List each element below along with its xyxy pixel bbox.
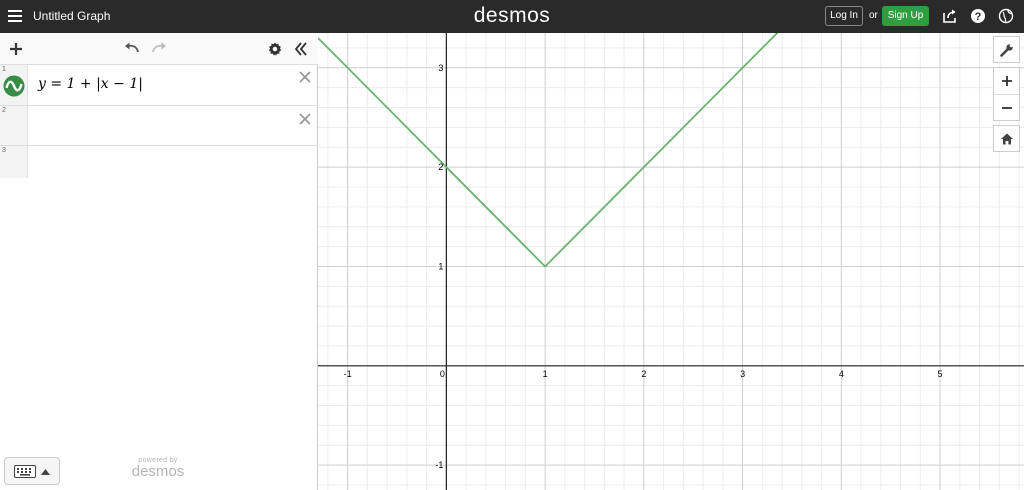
- x-tick-label: 1: [543, 369, 548, 379]
- x-tick-label: 2: [641, 369, 646, 379]
- redo-icon[interactable]: [151, 42, 167, 54]
- desmos-logo: desmos: [473, 4, 551, 27]
- collapse-panel-icon[interactable]: [294, 42, 308, 56]
- keyboard-toggle-button[interactable]: [4, 457, 60, 485]
- y-tick-label: 3: [438, 63, 443, 73]
- share-icon[interactable]: [942, 8, 958, 24]
- x-tick-label: 5: [938, 369, 943, 379]
- top-bar: Untitled Graph desmos Log In or Sign Up …: [0, 0, 1024, 33]
- y-tick-label: 2: [438, 162, 443, 172]
- expression-input[interactable]: y = 1 + |x − 1|: [38, 76, 143, 92]
- log-in-button[interactable]: Log In: [825, 6, 863, 26]
- delete-expression-icon[interactable]: [298, 70, 312, 84]
- graph-color-icon[interactable]: [3, 75, 25, 97]
- svg-text:?: ?: [975, 11, 982, 23]
- x-tick-label: 0: [440, 369, 445, 379]
- settings-icon[interactable]: [268, 42, 282, 56]
- divider: [994, 94, 1019, 95]
- expression-row[interactable]: 3: [0, 146, 318, 178]
- expression-panel: 1 y = 1 + |x − 1| 2 3 powered by desmos: [0, 33, 318, 490]
- help-icon[interactable]: ?: [970, 8, 986, 24]
- zoom-controls: [993, 67, 1020, 121]
- wrench-icon: [1000, 44, 1013, 57]
- expression-toolbar: [0, 33, 318, 65]
- expression-number: 2: [2, 107, 6, 114]
- y-tick-label: -1: [435, 460, 443, 470]
- desmos-app: Untitled Graph desmos Log In or Sign Up …: [0, 0, 1024, 490]
- x-tick-label: 4: [839, 369, 844, 379]
- sign-up-button[interactable]: Sign Up: [882, 6, 929, 26]
- expression-number: 1: [2, 66, 6, 73]
- expression-number: 3: [2, 147, 6, 154]
- keyboard-icon: [14, 465, 36, 478]
- expression-row[interactable]: 1 y = 1 + |x − 1|: [0, 65, 318, 106]
- x-tick-label: 3: [740, 369, 745, 379]
- delete-expression-icon[interactable]: [298, 112, 312, 126]
- graph-settings-button[interactable]: [993, 36, 1020, 63]
- home-icon: [1001, 133, 1013, 145]
- zoom-in-icon[interactable]: [1000, 74, 1014, 88]
- graph-paper[interactable]: -1 0 1 2 3 4 5 -1 1 2 3: [318, 33, 1024, 490]
- graph-title[interactable]: Untitled Graph: [33, 9, 110, 23]
- caret-up-icon: [41, 469, 50, 475]
- powered-by-desmos: powered by desmos: [131, 457, 185, 480]
- y-tick-label: 1: [438, 261, 443, 271]
- undo-icon[interactable]: [124, 42, 140, 54]
- zoom-out-icon[interactable]: [1000, 101, 1014, 115]
- globe-icon[interactable]: [998, 8, 1014, 24]
- x-tick-label: -1: [344, 369, 352, 379]
- hamburger-menu-icon[interactable]: [8, 9, 22, 23]
- add-icon[interactable]: [9, 42, 23, 56]
- expression-row[interactable]: 2: [0, 106, 318, 146]
- default-viewport-button[interactable]: [993, 125, 1020, 152]
- or-text: or: [869, 10, 878, 21]
- graph-canvas[interactable]: -1 0 1 2 3 4 5 -1 1 2 3: [318, 33, 1024, 490]
